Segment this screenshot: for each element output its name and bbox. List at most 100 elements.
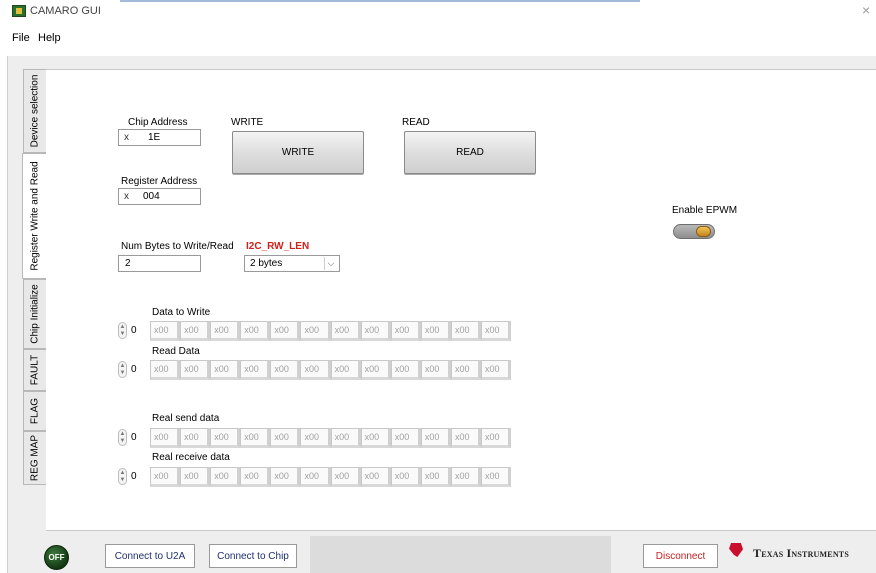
index-spinner[interactable]: ▲ ▼ <box>118 468 127 485</box>
write-label: WRITE <box>231 117 264 128</box>
array-cell[interactable]: x00 <box>360 428 391 448</box>
spinner-up-icon[interactable]: ▲ <box>120 470 126 477</box>
array-index[interactable]: 0 <box>128 361 148 378</box>
array-cell[interactable]: x00 <box>330 428 361 448</box>
array-cell[interactable]: x00 <box>270 428 301 448</box>
array-cell[interactable]: x00 <box>450 428 482 448</box>
array-cell[interactable]: x00 <box>270 360 301 380</box>
array-cell[interactable]: x00 <box>481 321 512 341</box>
array-cell[interactable]: x00 <box>180 321 211 341</box>
array-cell[interactable]: x00 <box>150 428 181 448</box>
array-cell[interactable]: x00 <box>390 321 421 341</box>
connect-chip-button[interactable]: Connect to Chip <box>209 544 297 568</box>
tab-label: FAULT <box>29 354 41 386</box>
array-cell[interactable]: x00 <box>300 321 331 341</box>
num-bytes-input[interactable]: 2 <box>118 255 201 272</box>
array-cell[interactable]: x00 <box>420 360 451 380</box>
array-cell[interactable]: x00 <box>210 321 241 341</box>
index-spinner[interactable]: ▲ ▼ <box>118 429 127 446</box>
spinner-up-icon[interactable]: ▲ <box>120 363 126 370</box>
array-cell[interactable]: x00 <box>210 467 241 487</box>
array-cell[interactable]: x00 <box>481 360 512 380</box>
array-cell[interactable]: x00 <box>300 467 331 487</box>
enable-epwm-toggle[interactable] <box>673 224 715 239</box>
spinner-down-icon[interactable]: ▼ <box>120 438 126 445</box>
tab-register-write-and-read[interactable]: Register Write and Read <box>22 153 46 279</box>
menu-help[interactable]: Help <box>38 32 61 44</box>
disconnect-button[interactable]: Disconnect <box>643 544 718 568</box>
spinner-down-icon[interactable]: ▼ <box>120 331 126 338</box>
array-cell[interactable]: x00 <box>450 360 482 380</box>
array-cell[interactable]: x00 <box>180 428 211 448</box>
array-cell[interactable]: x00 <box>330 321 361 341</box>
array-cell[interactable]: x00 <box>390 428 421 448</box>
num-bytes-value: 2 <box>125 258 131 269</box>
index-spinner[interactable]: ▲ ▼ <box>118 361 127 378</box>
tab-device-selection[interactable]: Device selection <box>23 69 46 153</box>
array-index[interactable]: 0 <box>128 322 148 339</box>
rw-len-label: I2C_RW_LEN <box>246 241 310 252</box>
array-cells: x00 x00 x00 x00 x00 x00 x00 x00 x00 x00 x00 x00 <box>150 360 512 380</box>
tab-flag[interactable]: FLAG <box>23 391 46 431</box>
chip-address-value: 1E <box>148 132 161 143</box>
array-cell[interactable]: x00 <box>210 428 241 448</box>
array-cell[interactable]: x00 <box>150 321 181 341</box>
array-cell[interactable]: x00 <box>180 360 211 380</box>
array-cell[interactable]: x00 <box>360 467 391 487</box>
array-cells: x00 x00 x00 x00 x00 x00 x00 x00 x00 x00 x00 x00 <box>150 428 512 448</box>
array-cell[interactable]: x00 <box>481 428 512 448</box>
spinner-up-icon[interactable]: ▲ <box>120 324 126 331</box>
tab-reg-map[interactable]: REG MAP <box>23 431 46 485</box>
array-cell[interactable]: x00 <box>270 467 301 487</box>
array-cell[interactable]: x00 <box>450 467 482 487</box>
array-cell[interactable]: x00 <box>240 360 271 380</box>
rw-len-select[interactable]: 2 bytes ⌵ <box>244 255 340 272</box>
array-cell[interactable]: x00 <box>360 321 391 341</box>
chip-address-input[interactable]: x 1E <box>118 129 201 146</box>
num-bytes-label: Num Bytes to Write/Read <box>121 241 234 252</box>
tab-fault[interactable]: FAULT <box>23 349 46 391</box>
chevron-down-icon: ⌵ <box>324 257 337 270</box>
array-cell[interactable]: x00 <box>240 467 271 487</box>
tab-label: Chip Initialize <box>29 284 41 344</box>
index-spinner[interactable]: ▲ ▼ <box>118 322 127 339</box>
array-cell[interactable]: x00 <box>390 360 421 380</box>
array-cell[interactable]: x00 <box>330 467 361 487</box>
array-cell[interactable]: x00 <box>300 428 331 448</box>
array-cell[interactable]: x00 <box>180 467 211 487</box>
register-address-input[interactable]: x 004 <box>118 188 201 205</box>
array-cell[interactable]: x00 <box>420 467 451 487</box>
array-index[interactable]: 0 <box>128 468 148 485</box>
write-button[interactable]: WRITE <box>232 131 364 174</box>
array-cell[interactable]: x00 <box>450 321 482 341</box>
close-icon[interactable]: × <box>862 2 870 18</box>
tab-chip-initialize[interactable]: Chip Initialize <box>23 279 46 349</box>
array-cell[interactable]: x00 <box>481 467 512 487</box>
array-cell[interactable]: x00 <box>210 360 241 380</box>
enable-epwm-label: Enable EPWM <box>672 205 738 216</box>
array-cell[interactable]: x00 <box>330 360 361 380</box>
spinner-up-icon[interactable]: ▲ <box>120 431 126 438</box>
toggle-knob <box>696 226 711 237</box>
read-button[interactable]: READ <box>404 131 536 174</box>
app-icon <box>12 5 26 17</box>
connect-u2a-button[interactable]: Connect to U2A <box>105 544 195 568</box>
spinner-down-icon[interactable]: ▼ <box>120 370 126 377</box>
title-accent-line <box>120 0 640 2</box>
array-cell[interactable]: x00 <box>150 360 181 380</box>
array-cell[interactable]: x00 <box>420 428 451 448</box>
array-cell[interactable]: x00 <box>150 467 181 487</box>
array-cell[interactable]: x00 <box>360 360 391 380</box>
array-cell[interactable]: x00 <box>270 321 301 341</box>
array-cell[interactable]: x00 <box>240 321 271 341</box>
connection-led: OFF <box>44 545 69 570</box>
array-cell[interactable]: x00 <box>420 321 451 341</box>
array-cell[interactable]: x00 <box>240 428 271 448</box>
tab-label: REG MAP <box>29 434 41 482</box>
array-cell[interactable]: x00 <box>390 467 421 487</box>
register-address-label: Register Address <box>121 176 198 187</box>
array-cell[interactable]: x00 <box>300 360 331 380</box>
array-index[interactable]: 0 <box>128 429 148 446</box>
spinner-down-icon[interactable]: ▼ <box>120 477 126 484</box>
menu-file[interactable]: File <box>12 32 30 44</box>
